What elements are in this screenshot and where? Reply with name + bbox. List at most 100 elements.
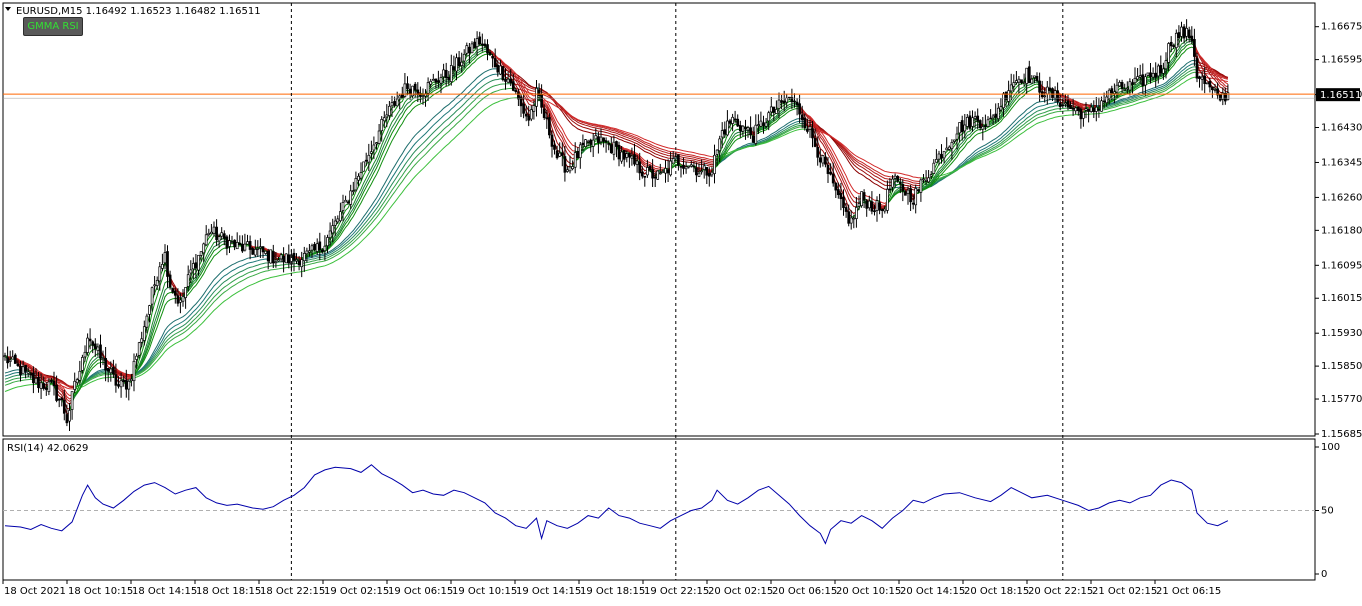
candle-body bbox=[1070, 105, 1072, 108]
candle-body bbox=[61, 398, 63, 400]
candle-body bbox=[278, 260, 280, 261]
candle-body bbox=[69, 411, 71, 422]
candle-body bbox=[907, 190, 909, 194]
price-tick-label: 1.15770 bbox=[1321, 394, 1362, 405]
candle-body bbox=[226, 237, 228, 249]
candle-body bbox=[63, 400, 65, 413]
candle-body bbox=[1139, 76, 1141, 78]
candle-body bbox=[89, 339, 91, 341]
candle-body bbox=[997, 108, 999, 119]
candle-body bbox=[636, 161, 638, 165]
chart-window[interactable]: 1.166751.165951.165101.164301.163451.162… bbox=[0, 0, 1362, 602]
candle-body bbox=[27, 372, 29, 374]
candle-body bbox=[296, 260, 298, 261]
chart-canvas[interactable]: 1.166751.165951.165101.164301.163451.162… bbox=[0, 0, 1362, 602]
candle-body bbox=[262, 247, 264, 252]
candle-body bbox=[94, 344, 96, 349]
candle-body bbox=[458, 58, 460, 66]
rsi-pane-frame bbox=[3, 439, 1315, 580]
candle-body bbox=[159, 267, 161, 281]
candle-body bbox=[799, 104, 801, 114]
candle-body bbox=[554, 145, 556, 149]
candle-body bbox=[603, 138, 605, 141]
candle-body bbox=[915, 188, 917, 204]
candle-body bbox=[848, 212, 850, 224]
candle-body bbox=[259, 247, 261, 248]
candle-body bbox=[628, 153, 630, 157]
candle-body bbox=[804, 118, 806, 128]
candle-body bbox=[961, 121, 963, 132]
candle-body bbox=[1142, 75, 1144, 86]
candle-body bbox=[781, 101, 783, 103]
candle-body bbox=[288, 255, 290, 263]
candle-body bbox=[1147, 73, 1149, 75]
candle-body bbox=[1003, 94, 1005, 108]
candle-body bbox=[716, 150, 718, 154]
candle-body bbox=[551, 135, 553, 146]
candle-body bbox=[453, 67, 455, 70]
candle-body bbox=[48, 382, 50, 392]
candle-body bbox=[1085, 109, 1087, 111]
candle-body bbox=[892, 179, 894, 187]
candle-body bbox=[1191, 36, 1193, 41]
candle-body bbox=[1005, 92, 1007, 99]
candle-body bbox=[675, 157, 677, 158]
candle-body bbox=[370, 152, 372, 154]
time-tick-label: 18 Oct 14:15 bbox=[132, 586, 197, 597]
candle-body bbox=[708, 173, 710, 176]
candle-body bbox=[445, 70, 447, 77]
candle-body bbox=[894, 176, 896, 178]
candle-body bbox=[216, 227, 218, 240]
candle-body bbox=[396, 99, 398, 106]
candle-body bbox=[685, 167, 687, 169]
candle-body bbox=[832, 174, 834, 183]
candle-body bbox=[1072, 108, 1074, 109]
candle-body bbox=[221, 233, 223, 237]
candle-body bbox=[910, 189, 912, 202]
candle-body bbox=[1162, 69, 1164, 73]
candle-body bbox=[427, 83, 429, 94]
candle-body bbox=[1044, 96, 1046, 97]
candle-body bbox=[654, 177, 656, 178]
candle-body bbox=[479, 37, 481, 44]
candle-body bbox=[714, 155, 716, 173]
price-tick-label: 1.16595 bbox=[1321, 55, 1362, 66]
candle-body bbox=[381, 119, 383, 130]
candle-body bbox=[301, 260, 303, 267]
candle-body bbox=[265, 251, 267, 253]
candle-body bbox=[752, 136, 754, 142]
price-tick-label: 1.16015 bbox=[1321, 293, 1362, 304]
candle-body bbox=[840, 193, 842, 198]
candle-body bbox=[646, 168, 648, 175]
candle-body bbox=[644, 176, 646, 177]
candle-body bbox=[933, 163, 935, 173]
candle-body bbox=[1018, 79, 1020, 82]
candle-body bbox=[536, 88, 538, 106]
candle-body bbox=[1098, 109, 1100, 110]
candle-body bbox=[861, 192, 863, 206]
price-tick-label: 1.15930 bbox=[1321, 328, 1362, 339]
candle-body bbox=[556, 151, 558, 158]
candle-body bbox=[66, 415, 68, 423]
candle-body bbox=[164, 253, 166, 263]
candle-body bbox=[7, 358, 9, 363]
candle-body bbox=[205, 235, 207, 245]
candle-body bbox=[652, 170, 654, 179]
candle-body bbox=[319, 242, 321, 250]
candle-body bbox=[984, 126, 986, 127]
candle-body bbox=[1199, 77, 1201, 79]
time-tick-label: 20 Oct 02:15 bbox=[708, 586, 773, 597]
candle-body bbox=[443, 70, 445, 77]
candle-body bbox=[352, 191, 354, 192]
candle-body bbox=[992, 116, 994, 118]
candle-body bbox=[1021, 80, 1023, 83]
gmma-rsi-button[interactable]: GMMA RSI bbox=[23, 17, 83, 36]
candle-body bbox=[218, 237, 220, 241]
candle-body bbox=[990, 118, 992, 119]
candle-body bbox=[177, 296, 179, 304]
candle-body bbox=[574, 153, 576, 168]
candle-body bbox=[71, 392, 73, 410]
main-pane-frame bbox=[3, 3, 1315, 436]
candle-body bbox=[56, 385, 58, 400]
candle-body bbox=[1075, 108, 1077, 111]
